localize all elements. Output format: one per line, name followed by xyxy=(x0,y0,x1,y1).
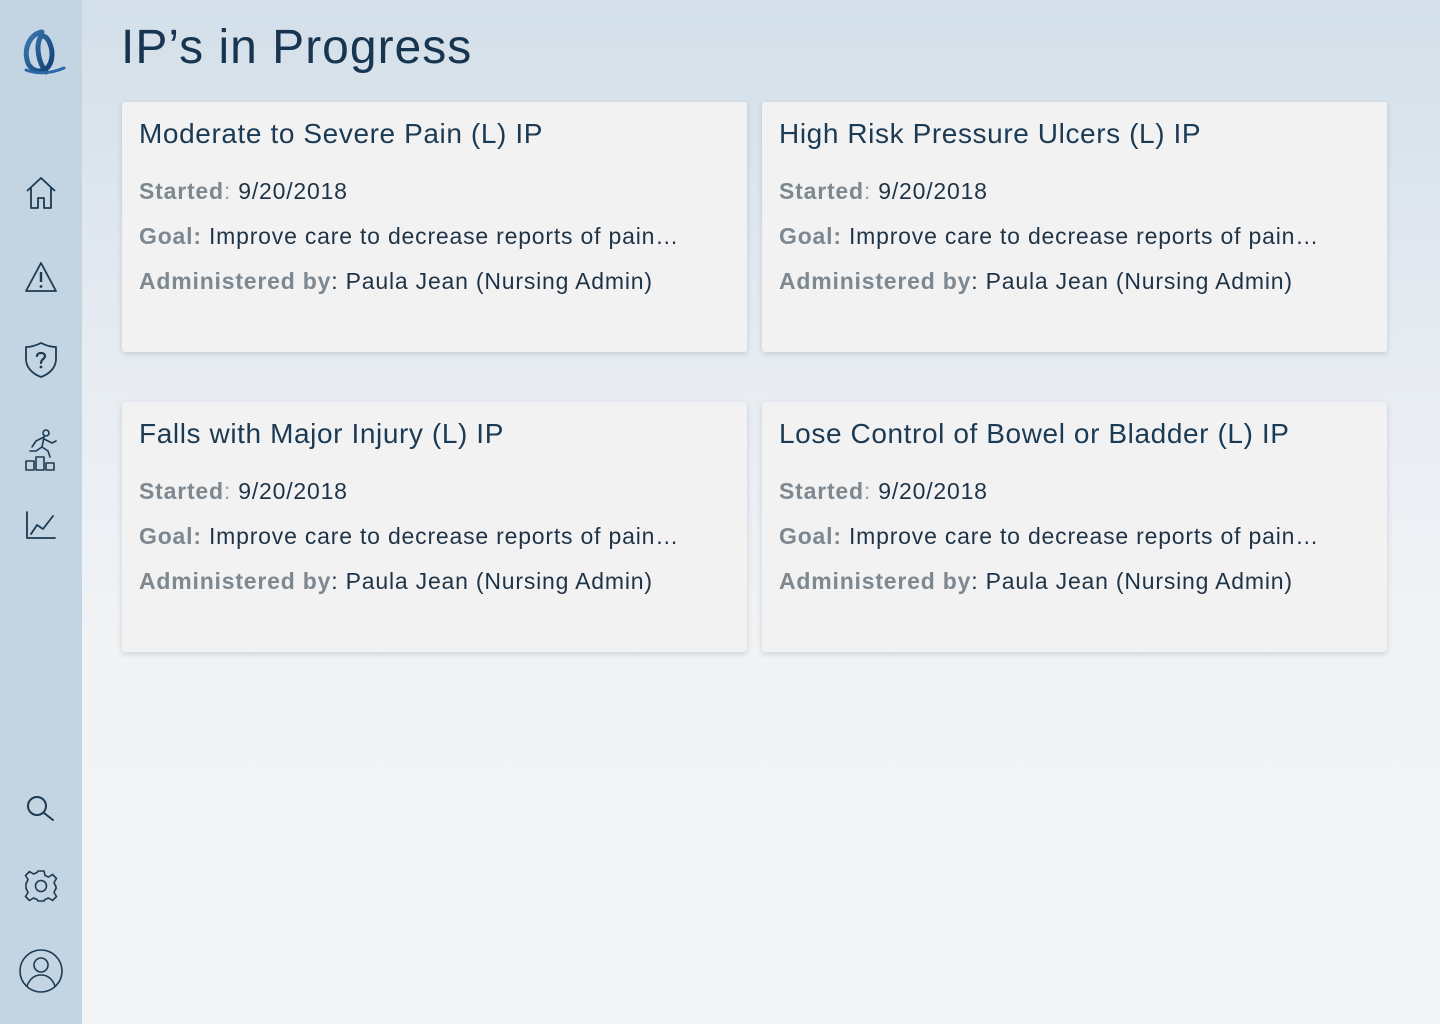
administered-separator: : xyxy=(971,268,979,294)
ip-card-bowel-bladder[interactable]: Lose Control of Bowel or Bladder (L) IP … xyxy=(762,402,1387,652)
page-title: IP’s in Progress xyxy=(121,21,473,74)
administered-row: Administered by: Paula Jean (Nursing Adm… xyxy=(139,268,730,295)
gear-icon[interactable] xyxy=(18,863,64,909)
logo-icon[interactable] xyxy=(18,28,66,78)
administered-row: Administered by: Paula Jean (Nursing Adm… xyxy=(779,268,1370,295)
administered-value: Paula Jean (Nursing Admin) xyxy=(985,268,1293,294)
goal-row: Goal: Improve care to decrease reports o… xyxy=(139,223,730,250)
card-title: Lose Control of Bowel or Bladder (L) IP xyxy=(779,418,1290,449)
card-title: High Risk Pressure Ulcers (L) IP xyxy=(779,118,1202,149)
administered-label: Administered by xyxy=(779,568,972,594)
goal-label: Goal: xyxy=(779,223,842,249)
started-label: Started xyxy=(779,178,864,204)
started-separator: : xyxy=(863,178,872,204)
goal-value: Improve care to decrease reports of pain… xyxy=(848,523,1319,549)
administered-value: Paula Jean (Nursing Admin) xyxy=(345,268,653,294)
started-separator: : xyxy=(223,478,232,504)
administered-label: Administered by xyxy=(139,568,332,594)
started-row: Started: 9/20/2018 xyxy=(779,478,1370,505)
administered-row: Administered by: Paula Jean (Nursing Adm… xyxy=(779,568,1370,595)
user-avatar-icon[interactable] xyxy=(18,948,64,994)
goal-label: Goal: xyxy=(779,523,842,549)
started-row: Started: 9/20/2018 xyxy=(139,178,730,205)
administered-value: Paula Jean (Nursing Admin) xyxy=(345,568,653,594)
sidebar xyxy=(0,0,82,1024)
home-icon[interactable] xyxy=(18,170,64,216)
started-row: Started: 9/20/2018 xyxy=(139,478,730,505)
goal-value: Improve care to decrease reports of pain… xyxy=(848,223,1319,249)
card-title: Falls with Major Injury (L) IP xyxy=(139,418,504,449)
started-value: 9/20/2018 xyxy=(238,478,348,504)
started-row: Started: 9/20/2018 xyxy=(779,178,1370,205)
goal-label: Goal: xyxy=(139,223,202,249)
started-label: Started xyxy=(779,478,864,504)
started-separator: : xyxy=(223,178,232,204)
goal-label: Goal: xyxy=(139,523,202,549)
goal-value: Improve care to decrease reports of pain… xyxy=(208,523,679,549)
ip-card-falls[interactable]: Falls with Major Injury (L) IP Started: … xyxy=(122,402,747,652)
shield-question-icon[interactable] xyxy=(18,337,64,383)
line-chart-icon[interactable] xyxy=(18,502,64,548)
administered-label: Administered by xyxy=(139,268,332,294)
search-icon[interactable] xyxy=(18,785,64,831)
goal-value: Improve care to decrease reports of pain… xyxy=(208,223,679,249)
started-value: 9/20/2018 xyxy=(878,178,988,204)
started-separator: : xyxy=(863,478,872,504)
warning-icon[interactable] xyxy=(18,254,64,300)
started-label: Started xyxy=(139,178,224,204)
started-label: Started xyxy=(139,478,224,504)
performance-icon[interactable] xyxy=(18,427,64,473)
administered-separator: : xyxy=(971,568,979,594)
administered-label: Administered by xyxy=(779,268,972,294)
started-value: 9/20/2018 xyxy=(238,178,348,204)
administered-separator: : xyxy=(331,568,339,594)
goal-row: Goal: Improve care to decrease reports o… xyxy=(779,223,1370,250)
administered-separator: : xyxy=(331,268,339,294)
ip-card-pain[interactable]: Moderate to Severe Pain (L) IP Started: … xyxy=(122,102,747,352)
card-title: Moderate to Severe Pain (L) IP xyxy=(139,118,543,149)
goal-row: Goal: Improve care to decrease reports o… xyxy=(139,523,730,550)
administered-row: Administered by: Paula Jean (Nursing Adm… xyxy=(139,568,730,595)
ip-card-pressure-ulcers[interactable]: High Risk Pressure Ulcers (L) IP Started… xyxy=(762,102,1387,352)
goal-row: Goal: Improve care to decrease reports o… xyxy=(779,523,1370,550)
started-value: 9/20/2018 xyxy=(878,478,988,504)
administered-value: Paula Jean (Nursing Admin) xyxy=(985,568,1293,594)
